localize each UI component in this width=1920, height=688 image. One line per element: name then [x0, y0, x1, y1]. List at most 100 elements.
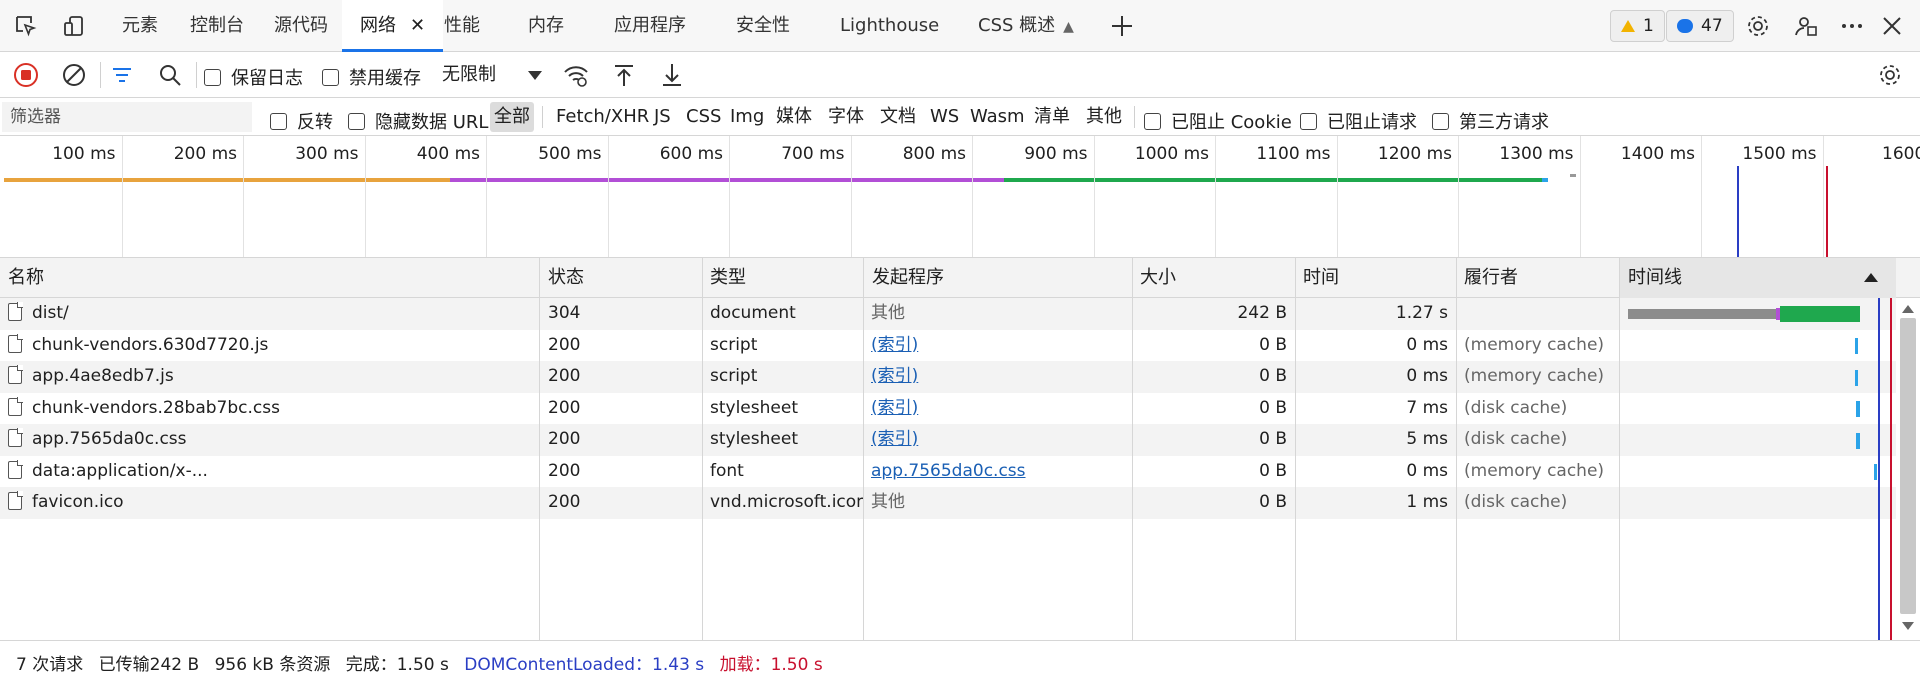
tab-css-overview[interactable]: CSS 概述 ▲ [978, 0, 1074, 52]
message-icon [1677, 19, 1693, 33]
initiator-link[interactable]: (索引) [871, 335, 918, 355]
column-size[interactable]: 大小 [1132, 258, 1176, 298]
column-initiator[interactable]: 发起程序 [864, 258, 944, 298]
checkbox-box[interactable] [348, 112, 365, 130]
timing-overview[interactable]: 100 ms 200 ms 300 ms 400 ms 500 ms 600 ms 700 … [0, 136, 1920, 258]
table-row[interactable]: app.4ae8edb7.js 200 script (索引) 0 B 0 ms (memo… [0, 361, 1896, 393]
column-time[interactable]: 时间 [1295, 258, 1339, 298]
checkbox-box[interactable] [270, 112, 287, 130]
close-icon[interactable]: ✕ [410, 15, 425, 36]
initiator-link[interactable]: app.7565da0c.css [871, 461, 1026, 481]
checkbox-box[interactable] [1432, 112, 1449, 130]
network-conditions-icon[interactable] [562, 61, 590, 89]
scroll-up-arrow-icon[interactable] [1902, 305, 1914, 313]
filter-type-fetch-xhr[interactable]: Fetch/XHR [552, 102, 653, 132]
blocked-requests-checkbox[interactable]: 已阻止请求 [1300, 108, 1417, 134]
invert-checkbox[interactable]: 反转 [270, 108, 333, 134]
table-row[interactable]: chunk-vendors.630d7720.js 200 script (索引) 0 … [0, 330, 1896, 362]
more-options-icon[interactable] [1838, 12, 1866, 40]
close-devtools-icon[interactable] [1878, 12, 1906, 40]
filter-type-img[interactable]: Img [726, 102, 768, 132]
tab-console[interactable]: 控制台 [190, 0, 244, 52]
waterfall-cache-bar [1855, 338, 1858, 354]
request-name[interactable]: app.4ae8edb7.js [32, 366, 174, 386]
record-stop-icon[interactable] [12, 61, 40, 89]
cell-time: 1.27 s [1395, 303, 1448, 323]
finish-time: 完成：1.50 s [345, 655, 449, 675]
table-row[interactable]: data:application/x-... 200 font app.7565da0… [0, 456, 1896, 488]
checkbox-box[interactable] [1144, 112, 1161, 130]
scrollbar-thumb[interactable] [1900, 318, 1916, 614]
preserve-log-checkbox[interactable]: 保留日志 [204, 64, 303, 90]
filter-type-media[interactable]: 媒体 [772, 102, 816, 132]
messages-badge[interactable]: 47 [1666, 10, 1734, 42]
throttling-select[interactable]: 无限制 [434, 60, 546, 90]
customize-icon[interactable] [1792, 12, 1820, 40]
cell-initiator: (索引) [863, 393, 1132, 425]
blocked-cookies-checkbox[interactable]: 已阻止 Cookie [1144, 108, 1292, 134]
clear-icon[interactable] [60, 61, 88, 89]
hide-data-urls-checkbox[interactable]: 隐藏数据 URL [348, 108, 488, 134]
export-har-icon[interactable] [658, 61, 686, 89]
filter-input[interactable] [2, 102, 252, 132]
request-name[interactable]: data:application/x-... [32, 461, 208, 481]
column-type[interactable]: 类型 [702, 258, 746, 298]
request-name[interactable]: favicon.ico [32, 492, 124, 512]
column-name[interactable]: 名称 [0, 258, 44, 298]
checkbox-box[interactable] [204, 68, 221, 86]
transferred-size: 已传输242 B [98, 655, 200, 675]
column-fulfilled-by[interactable]: 履行者 [1456, 258, 1518, 298]
table-row[interactable]: favicon.ico 200 vnd.microsoft.icon 其他 0 B 1 m… [0, 487, 1896, 519]
column-waterfall[interactable]: 时间线 [1620, 258, 1896, 298]
request-name[interactable]: dist/ [32, 303, 69, 323]
initiator-link[interactable]: (索引) [871, 429, 918, 449]
tab-performance[interactable]: 性能 [444, 0, 480, 52]
warnings-badge[interactable]: 1 [1610, 10, 1665, 42]
overview-download-bar [1004, 178, 1542, 182]
disable-cache-checkbox[interactable]: 禁用缓存 [322, 64, 421, 90]
request-name[interactable]: chunk-vendors.28bab7bc.css [32, 398, 280, 418]
column-status[interactable]: 状态 [540, 258, 584, 298]
import-har-icon[interactable] [610, 61, 638, 89]
cell-name: app.7565da0c.css [0, 424, 539, 456]
filter-type-all[interactable]: 全部 [490, 102, 534, 132]
request-name[interactable]: chunk-vendors.630d7720.js [32, 335, 268, 355]
table-row[interactable]: chunk-vendors.28bab7bc.css 200 stylesheet (… [0, 393, 1896, 425]
initiator-link[interactable]: (索引) [871, 398, 918, 418]
initiator-link[interactable]: (索引) [871, 366, 918, 386]
checkbox-box[interactable] [322, 68, 339, 86]
add-tab-icon[interactable] [1108, 12, 1136, 40]
filter-type-doc[interactable]: 文档 [876, 102, 920, 132]
filter-type-manifest[interactable]: 清单 [1030, 102, 1074, 132]
network-settings-gear-icon[interactable] [1876, 61, 1904, 89]
filter-type-ws[interactable]: WS [926, 102, 963, 132]
filter-icon[interactable] [108, 61, 136, 89]
tab-memory[interactable]: 内存 [528, 0, 564, 52]
cell-fulfilled [1456, 298, 1619, 330]
cell-time: 5 ms [1406, 429, 1448, 449]
tab-security[interactable]: 安全性 [736, 0, 790, 52]
table-row[interactable]: app.7565da0c.css 200 stylesheet (索引) 0 B 5 ms… [0, 424, 1896, 456]
tab-lighthouse[interactable]: Lighthouse [840, 0, 939, 52]
third-party-checkbox[interactable]: 第三方请求 [1432, 108, 1549, 134]
tab-elements[interactable]: 元素 [122, 0, 158, 52]
filter-type-css[interactable]: CSS [682, 102, 725, 132]
request-name[interactable]: app.7565da0c.css [32, 429, 187, 449]
device-emulation-icon[interactable] [60, 12, 88, 40]
tab-sources[interactable]: 源代码 [274, 0, 328, 52]
filter-type-wasm[interactable]: Wasm [966, 102, 1029, 132]
search-icon[interactable] [156, 61, 184, 89]
scroll-down-arrow-icon[interactable] [1902, 622, 1914, 630]
filter-type-js[interactable]: JS [650, 102, 675, 132]
waterfall-load-line [1890, 298, 1892, 640]
inspect-element-icon[interactable] [12, 12, 40, 40]
tab-application[interactable]: 应用程序 [614, 0, 686, 52]
blocked-requests-label: 已阻止请求 [1327, 112, 1417, 133]
tab-network[interactable]: 网络 ✕ [342, 0, 444, 52]
checkbox-box[interactable] [1300, 112, 1317, 130]
filter-type-font[interactable]: 字体 [824, 102, 868, 132]
cell-status: 304 [548, 303, 581, 323]
table-row[interactable]: dist/304 document 其他 242 B 1.27 s [0, 298, 1896, 330]
settings-gear-icon[interactable] [1744, 12, 1772, 40]
filter-type-other[interactable]: 其他 [1082, 102, 1126, 132]
